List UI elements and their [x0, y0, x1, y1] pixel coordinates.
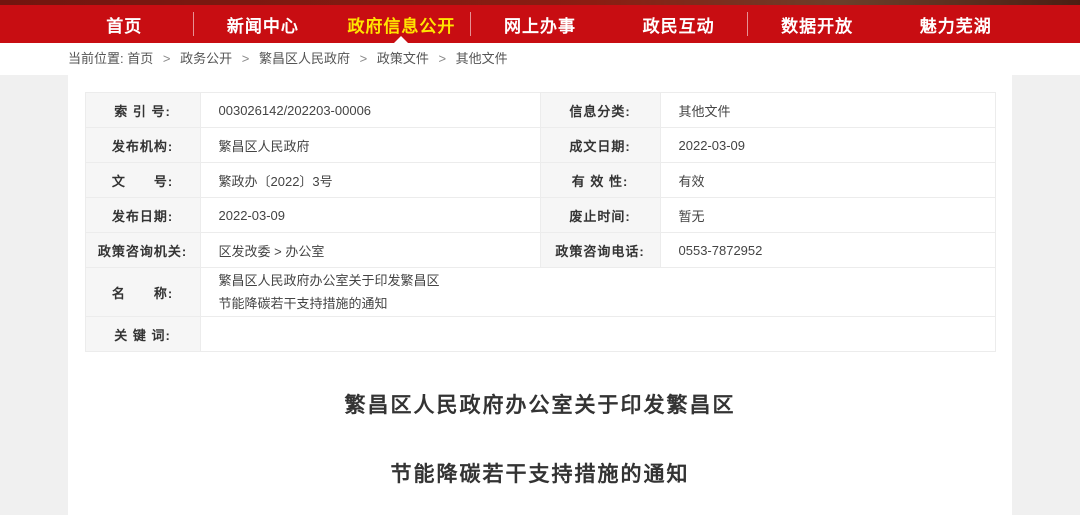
doc-name-line2: 节能降碳若干支持措施的通知 [219, 292, 977, 315]
breadcrumb-item-home[interactable]: 首页 [127, 51, 153, 66]
index-number-label: 索 引 号: [85, 93, 200, 128]
repeal-date-label: 废止时间: [540, 198, 660, 233]
nav-item-charming-wuhu[interactable]: 魅力芜湖 [886, 5, 1025, 43]
consult-phone-value: 0553-7872952 [660, 233, 995, 268]
validity-label: 有 效 性: [540, 163, 660, 198]
table-row: 索 引 号: 003026142/202203-00006 信息分类: 其他文件 [85, 93, 995, 128]
nav-item-gov-info-disclosure[interactable]: 政府信息公开 [332, 5, 471, 43]
keywords-label: 关 键 词: [85, 317, 200, 352]
keywords-value [200, 317, 995, 352]
table-row: 文 号: 繁政办〔2022〕3号 有 效 性: 有效 [85, 163, 995, 198]
doc-number-label: 文 号: [85, 163, 200, 198]
index-number-value: 003026142/202203-00006 [200, 93, 540, 128]
consult-phone-label: 政策咨询电话: [540, 233, 660, 268]
nav-item-public-interaction[interactable]: 政民互动 [609, 5, 748, 43]
doc-name-value: 繁昌区人民政府办公室关于印发繁昌区 节能降碳若干支持措施的通知 [200, 268, 995, 317]
repeal-date-value: 暂无 [660, 198, 995, 233]
info-category-value: 其他文件 [660, 93, 995, 128]
info-category-label: 信息分类: [540, 93, 660, 128]
content-card: 索 引 号: 003026142/202203-00006 信息分类: 其他文件… [68, 75, 1012, 515]
breadcrumb-item-gov-open[interactable]: 政务公开 [180, 51, 232, 66]
page-title-line2: 节能降碳若干支持措施的通知 [68, 458, 1012, 488]
issuing-agency-label: 发布机构: [85, 128, 200, 163]
publish-date-label: 发布日期: [85, 198, 200, 233]
breadcrumb-separator: > [163, 51, 171, 66]
nav-item-news-center[interactable]: 新闻中心 [194, 5, 333, 43]
validity-value: 有效 [660, 163, 995, 198]
document-meta-table: 索 引 号: 003026142/202203-00006 信息分类: 其他文件… [85, 92, 996, 352]
breadcrumb-bar: 当前位置: 首页 > 政务公开 > 繁昌区人民政府 > 政策文件 > 其他文件 [0, 43, 1080, 75]
nav-item-online-services[interactable]: 网上办事 [471, 5, 610, 43]
page-title-line1: 繁昌区人民政府办公室关于印发繁昌区 [68, 389, 1012, 419]
breadcrumb: 当前位置: 首页 > 政务公开 > 繁昌区人民政府 > 政策文件 > 其他文件 [0, 43, 1080, 75]
breadcrumb-item-policy-files[interactable]: 政策文件 [377, 51, 429, 66]
breadcrumb-prefix: 当前位置: [68, 51, 127, 66]
table-row: 关 键 词: [85, 317, 995, 352]
nav-item-home[interactable]: 首页 [55, 5, 194, 43]
breadcrumb-separator: > [360, 51, 368, 66]
consult-agency-label: 政策咨询机关: [85, 233, 200, 268]
nav-item-open-data[interactable]: 数据开放 [748, 5, 887, 43]
breadcrumb-item-other-files[interactable]: 其他文件 [456, 51, 508, 66]
table-row: 名 称: 繁昌区人民政府办公室关于印发繁昌区 节能降碳若干支持措施的通知 [85, 268, 995, 317]
publish-date-value: 2022-03-09 [200, 198, 540, 233]
doc-number-value: 繁政办〔2022〕3号 [200, 163, 540, 198]
nav-item-label: 政府信息公开 [347, 12, 455, 37]
nav-items-container: 首页 新闻中心 政府信息公开 网上办事 政民互动 数据开放 魅力芜湖 [55, 5, 1025, 43]
breadcrumb-item-fanchang-gov[interactable]: 繁昌区人民政府 [259, 51, 350, 66]
page: 首页 新闻中心 政府信息公开 网上办事 政民互动 数据开放 魅力芜湖 当前位置:… [0, 0, 1080, 515]
written-date-label: 成文日期: [540, 128, 660, 163]
doc-name-line1: 繁昌区人民政府办公室关于印发繁昌区 [219, 269, 977, 292]
doc-name-label: 名 称: [85, 268, 200, 317]
table-row: 发布日期: 2022-03-09 废止时间: 暂无 [85, 198, 995, 233]
table-row: 政策咨询机关: 区发改委 > 办公室 政策咨询电话: 0553-7872952 [85, 233, 995, 268]
issuing-agency-value: 繁昌区人民政府 [200, 128, 540, 163]
main-navbar: 首页 新闻中心 政府信息公开 网上办事 政民互动 数据开放 魅力芜湖 [0, 5, 1080, 43]
consult-agency-value: 区发改委 > 办公室 [200, 233, 540, 268]
breadcrumb-separator: > [242, 51, 250, 66]
table-row: 发布机构: 繁昌区人民政府 成文日期: 2022-03-09 [85, 128, 995, 163]
written-date-value: 2022-03-09 [660, 128, 995, 163]
active-tab-caret [394, 36, 408, 43]
breadcrumb-separator: > [438, 51, 446, 66]
